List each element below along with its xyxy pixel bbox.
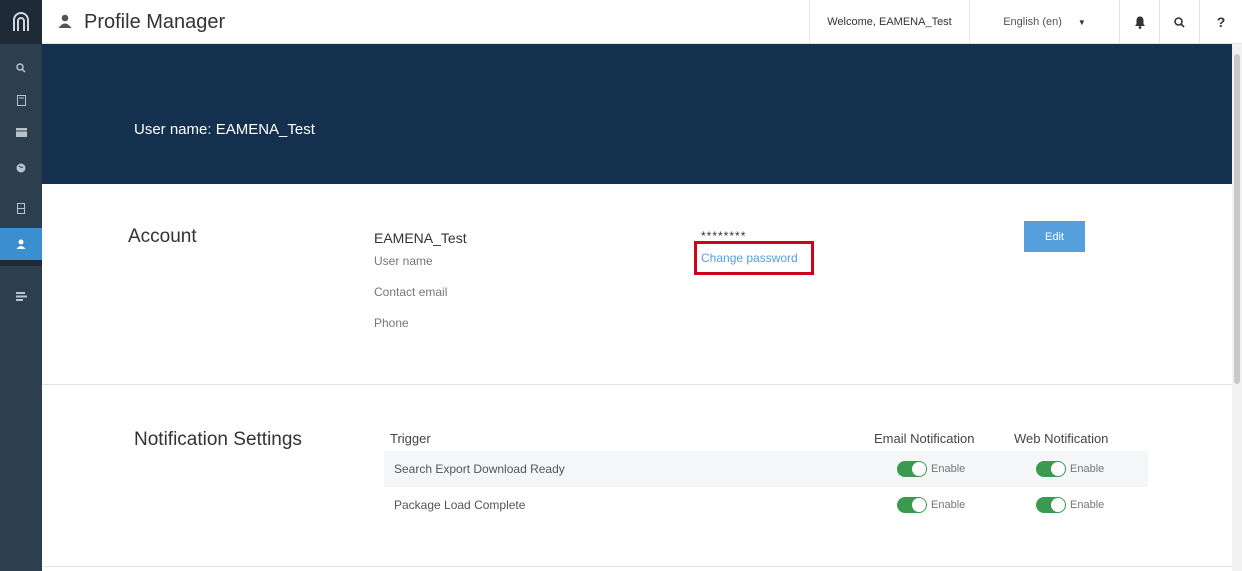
edit-button[interactable]: Edit bbox=[1024, 221, 1085, 252]
top-bar: Profile Manager Welcome, EAMENA_Test Eng… bbox=[42, 0, 1242, 44]
bell-icon bbox=[1134, 16, 1145, 29]
username-value: EAMENA_Test bbox=[374, 230, 467, 246]
toggle-switch[interactable] bbox=[897, 497, 927, 513]
toggle-label: Enable bbox=[931, 463, 966, 475]
web-enable-toggle[interactable]: Enable bbox=[1036, 497, 1104, 513]
section-divider bbox=[42, 384, 1232, 385]
table-row: Package Load Complete Enable Enable bbox=[384, 487, 1148, 523]
trigger-label: Package Load Complete bbox=[394, 498, 526, 512]
phone-label: Phone bbox=[374, 316, 409, 330]
sidebar-list-icon[interactable] bbox=[0, 280, 42, 312]
left-sidebar bbox=[0, 0, 42, 571]
help-icon: ? bbox=[1216, 14, 1226, 30]
notification-settings-title: Notification Settings bbox=[134, 429, 302, 450]
sidebar-separator bbox=[0, 260, 42, 266]
sidebar-bookmark-icon[interactable] bbox=[0, 84, 42, 116]
search-button[interactable] bbox=[1159, 0, 1199, 44]
help-button[interactable]: ? bbox=[1199, 0, 1242, 44]
notifications-button[interactable] bbox=[1119, 0, 1159, 44]
toggle-switch[interactable] bbox=[897, 461, 927, 477]
sidebar-search-icon[interactable] bbox=[0, 52, 42, 84]
toggle-switch[interactable] bbox=[1036, 461, 1066, 477]
app-logo-icon[interactable] bbox=[0, 0, 42, 44]
table-row: Search Export Download Ready Enable Enab… bbox=[384, 451, 1148, 487]
language-selector[interactable]: English (en) ▼ bbox=[969, 0, 1119, 44]
email-enable-toggle[interactable]: Enable bbox=[897, 497, 965, 513]
contact-email-label: Contact email bbox=[374, 285, 448, 299]
username-label: User name bbox=[374, 254, 433, 268]
web-enable-toggle[interactable]: Enable bbox=[1036, 461, 1104, 477]
page-title: Profile Manager bbox=[84, 10, 226, 33]
email-enable-toggle[interactable]: Enable bbox=[897, 461, 965, 477]
toggle-label: Enable bbox=[1070, 463, 1105, 475]
sidebar-card-icon[interactable] bbox=[0, 116, 42, 148]
welcome-text: Welcome, EAMENA_Test bbox=[827, 16, 952, 28]
page-title-group: Profile Manager bbox=[58, 0, 225, 44]
email-notification-column-header: Email Notification bbox=[874, 431, 975, 446]
user-icon bbox=[58, 11, 72, 34]
trigger-column-header: Trigger bbox=[390, 431, 431, 446]
toggle-label: Enable bbox=[931, 499, 966, 511]
search-icon bbox=[1174, 16, 1185, 28]
sidebar-database-icon[interactable] bbox=[0, 192, 42, 224]
chevron-down-icon: ▼ bbox=[1077, 17, 1086, 27]
language-label: English (en) bbox=[1003, 16, 1062, 28]
banner-username: User name: EAMENA_Test bbox=[134, 121, 315, 138]
welcome-user-menu[interactable]: Welcome, EAMENA_Test bbox=[809, 0, 969, 44]
profile-banner: User name: EAMENA_Test bbox=[42, 44, 1232, 184]
vertical-scrollbar[interactable] bbox=[1232, 44, 1242, 571]
change-password-link[interactable]: Change password bbox=[701, 251, 798, 265]
toggle-switch[interactable] bbox=[1036, 497, 1066, 513]
bottom-divider bbox=[42, 566, 1232, 567]
scrollbar-thumb[interactable] bbox=[1234, 54, 1240, 384]
sidebar-globe-icon[interactable] bbox=[0, 152, 42, 184]
sidebar-user-icon[interactable] bbox=[0, 228, 42, 260]
trigger-label: Search Export Download Ready bbox=[394, 462, 565, 476]
web-notification-column-header: Web Notification bbox=[1014, 431, 1109, 446]
account-section-title: Account bbox=[128, 226, 197, 247]
toggle-label: Enable bbox=[1070, 499, 1105, 511]
